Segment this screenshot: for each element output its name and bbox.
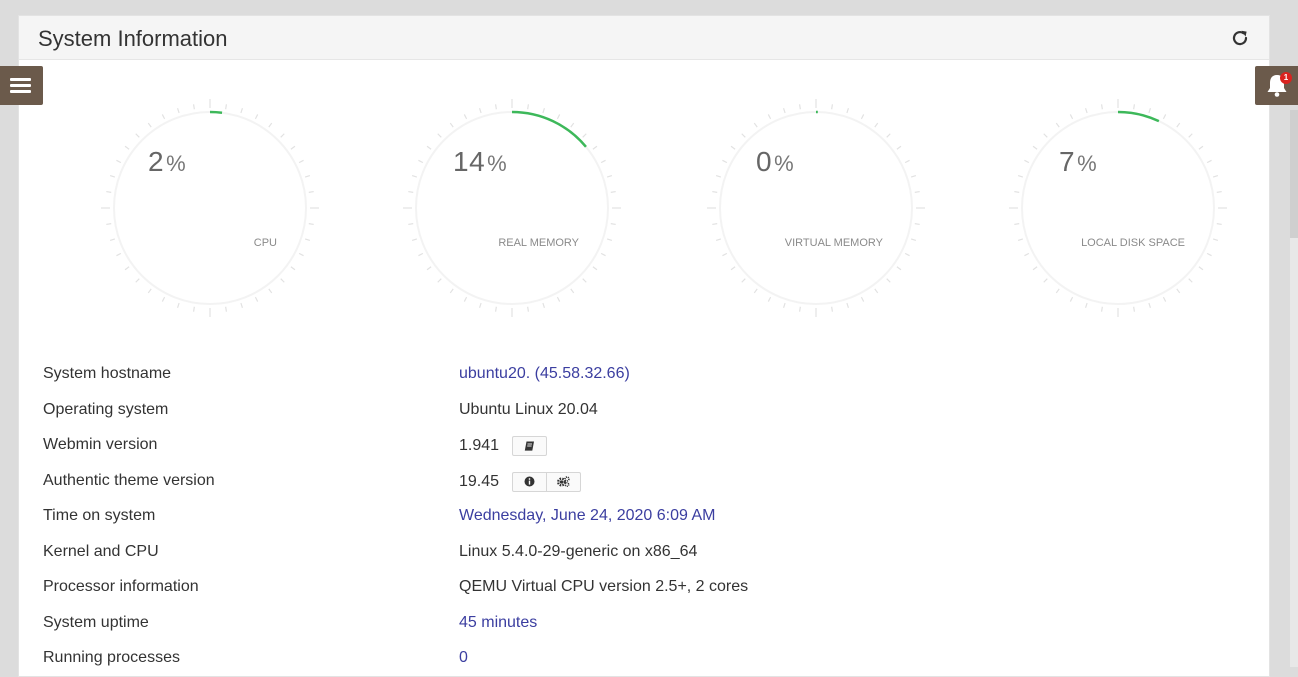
row-label: Operating system: [43, 401, 168, 419]
gauge-unit: %: [166, 151, 186, 176]
gauge-progress-arc: [512, 112, 586, 147]
notification-count-badge: 1: [1280, 72, 1292, 84]
row-value-text: 1.941: [459, 437, 499, 454]
theme-version-value: 19.45: [459, 472, 581, 492]
hamburger-icon: [0, 66, 43, 105]
table-row: Operating system Ubuntu Linux 20.04: [43, 392, 1223, 428]
gauge-unit: %: [487, 151, 507, 176]
real-memory-gauge: 14% REAL MEMORY: [402, 98, 622, 318]
row-value: Linux 5.4.0-29-generic on x86_64: [459, 543, 697, 561]
uptime-link[interactable]: 45 minutes: [459, 614, 537, 632]
gauge-value: 2%: [148, 146, 186, 178]
gauge-number: 7: [1059, 146, 1075, 177]
row-label: Kernel and CPU: [43, 543, 159, 561]
gauge-number: 0: [756, 146, 772, 177]
time-on-system-link[interactable]: Wednesday, June 24, 2020 6:09 AM: [459, 507, 715, 525]
local-disk-space-gauge: 7% LOCAL DISK SPACE: [1008, 98, 1228, 318]
row-value: QEMU Virtual CPU version 2.5+, 2 cores: [459, 578, 748, 596]
virtual-memory-gauge: 0% VIRTUAL MEMORY: [706, 98, 926, 318]
hostname-link[interactable]: ubuntu20. (45.58.32.66): [459, 365, 630, 383]
gauge-unit: %: [774, 151, 794, 176]
info-icon: [524, 476, 535, 487]
row-value-text: 19.45: [459, 473, 499, 490]
table-row: Authentic theme version 19.45: [43, 463, 1223, 499]
theme-info-button[interactable]: [513, 473, 546, 491]
running-processes-link[interactable]: 0: [459, 649, 468, 667]
gauge-progress-arc: [1118, 112, 1159, 121]
row-label: Time on system: [43, 507, 155, 525]
theme-version-buttons: [512, 472, 581, 492]
local-disk-space-gauge-dial: [1008, 98, 1228, 318]
notifications-button[interactable]: 1: [1255, 66, 1298, 105]
row-label: Processor information: [43, 578, 199, 596]
cogs-icon: [557, 476, 570, 487]
panel-header: System Information: [19, 16, 1269, 60]
gauge-number: 14: [453, 146, 485, 177]
table-row: System hostname ubuntu20. (45.58.32.66): [43, 356, 1223, 392]
cpu-gauge-dial: [100, 98, 320, 318]
virtual-memory-gauge-dial: [706, 98, 926, 318]
bell-icon: [1255, 66, 1298, 105]
row-label: Running processes: [43, 649, 180, 667]
table-row: Kernel and CPU Linux 5.4.0-29-generic on…: [43, 534, 1223, 570]
gauge-label: LOCAL DISK SPACE: [1081, 237, 1185, 249]
row-value: Ubuntu Linux 20.04: [459, 401, 598, 419]
gauge-progress-arc: [210, 112, 222, 113]
table-row: Processor information QEMU Virtual CPU v…: [43, 569, 1223, 605]
row-label: Authentic theme version: [43, 472, 215, 490]
table-row: Time on system Wednesday, June 24, 2020 …: [43, 498, 1223, 534]
gauge-number: 2: [148, 146, 164, 177]
table-row: Webmin version 1.941: [43, 427, 1223, 463]
theme-settings-button[interactable]: [546, 473, 580, 491]
row-label: System hostname: [43, 365, 171, 383]
panel-title: System Information: [38, 26, 228, 52]
gauge-value: 14%: [453, 146, 507, 178]
webmin-version-buttons: [512, 436, 547, 456]
scrollbar-thumb[interactable]: [1290, 110, 1298, 238]
refresh-icon[interactable]: [1229, 27, 1251, 49]
webmin-version-value: 1.941: [459, 436, 547, 456]
sidebar-menu-button[interactable]: [0, 66, 43, 105]
system-info-table: System hostname ubuntu20. (45.58.32.66) …: [43, 356, 1223, 676]
gauge-label: VIRTUAL MEMORY: [785, 237, 883, 249]
gauge-value: 0%: [756, 146, 794, 178]
gauge-label: CPU: [254, 237, 277, 249]
changelog-button[interactable]: [513, 437, 546, 455]
gauge-unit: %: [1077, 151, 1097, 176]
row-label: Webmin version: [43, 436, 157, 454]
gauge-label: REAL MEMORY: [498, 237, 579, 249]
cpu-gauge: 2% CPU: [100, 98, 320, 318]
book-icon: [524, 441, 535, 451]
row-label: System uptime: [43, 614, 149, 632]
table-row: System uptime 45 minutes: [43, 605, 1223, 641]
gauge-value: 7%: [1059, 146, 1097, 178]
table-row: Running processes 0: [43, 640, 1223, 676]
real-memory-gauge-dial: [402, 98, 622, 318]
